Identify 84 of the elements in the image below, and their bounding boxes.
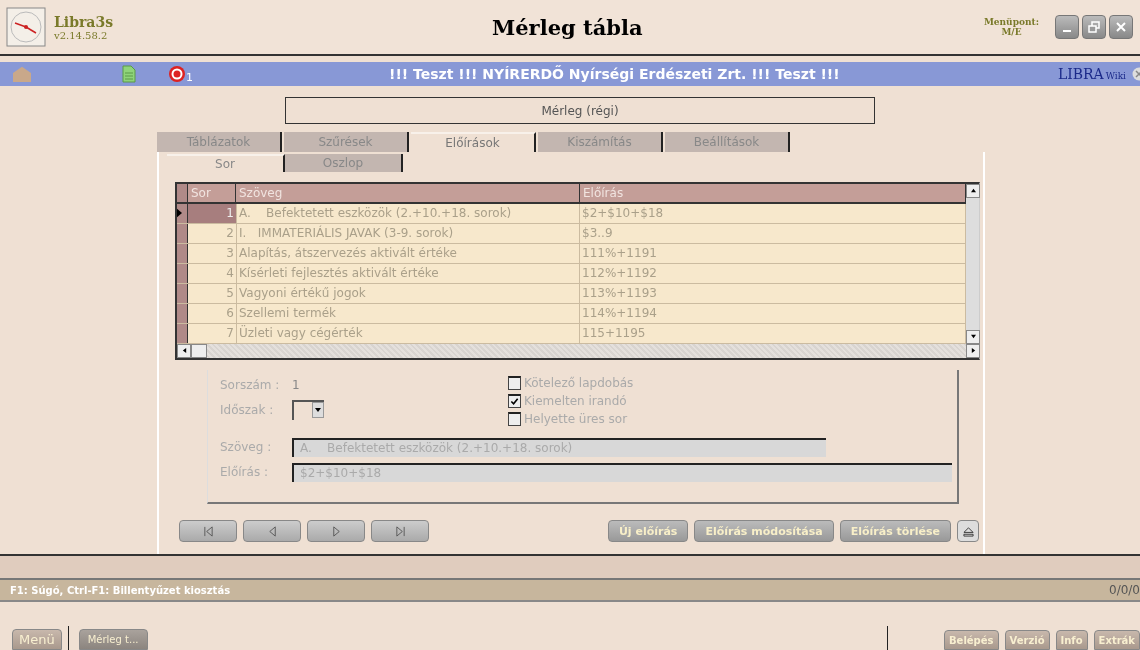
table-cell: Üzleti vagy cégérték <box>237 323 580 343</box>
taskbar-button[interactable]: Belépés <box>944 630 999 650</box>
scroll-up-button[interactable] <box>966 183 980 198</box>
menu-code: M/E <box>1001 27 1022 37</box>
column-header: Szöveg <box>236 183 580 202</box>
next-icon <box>330 525 342 537</box>
checkbox[interactable] <box>508 411 521 426</box>
clock-logo-icon <box>6 7 46 47</box>
eject-button[interactable] <box>957 520 979 542</box>
window-title: Mérleg tábla <box>492 14 644 40</box>
close-icon <box>1115 21 1127 33</box>
field-label: Előírás : <box>220 465 269 480</box>
table-cell: 2 <box>188 223 237 243</box>
row-selector[interactable] <box>177 223 188 243</box>
first-icon <box>202 525 214 537</box>
scroll-down-button[interactable] <box>966 329 980 344</box>
record-counter: 0/0/0 <box>1109 583 1140 597</box>
tab[interactable]: Táblázatok <box>157 132 282 152</box>
column-header: Sor <box>188 183 236 202</box>
help-text: F1: Súgó, Ctrl-F1: Billentyűzet kiosztás <box>10 584 231 596</box>
alert-count: 1 <box>186 71 193 84</box>
period-dropdown[interactable] <box>292 399 324 420</box>
checkbox[interactable] <box>508 393 521 408</box>
table-cell: Alapítás, átszervezés aktivált értéke <box>237 243 580 263</box>
taskbar-button[interactable]: Info <box>1055 630 1088 650</box>
table-cell: 7 <box>188 323 237 343</box>
up-arrow-icon <box>970 188 976 194</box>
wiki-link[interactable]: LIBRA Wiki <box>1057 66 1126 82</box>
minimize-button[interactable] <box>1055 15 1079 39</box>
menu-label: Menüpont: <box>983 17 1039 27</box>
app-name: Libra3s <box>54 13 115 30</box>
window-tab[interactable]: Mérleg t... <box>78 629 148 650</box>
minimize-icon <box>1063 30 1071 32</box>
close-button[interactable] <box>1109 15 1133 39</box>
row-selector[interactable] <box>177 243 188 263</box>
field-label: Időszak : <box>220 402 275 417</box>
down-arrow-icon <box>970 334 976 340</box>
row-selector[interactable] <box>177 203 188 223</box>
app-version: v2.14.58.2 <box>54 29 109 41</box>
row-number: 1 <box>292 377 300 392</box>
right-arrow-icon <box>970 348 976 354</box>
vertical-scrollbar[interactable] <box>966 183 979 358</box>
form-title: Mérleg (régi) <box>285 97 875 124</box>
caret-icon <box>312 401 324 418</box>
last-icon <box>394 525 406 537</box>
restore-button[interactable] <box>1082 15 1106 39</box>
checkbox-label: Kötelező lapdobás <box>524 375 634 390</box>
action-button[interactable]: Új előírás <box>607 520 689 542</box>
table-cell: 3 <box>188 243 237 263</box>
table-cell: 6 <box>188 303 237 323</box>
restore-icon <box>1088 21 1100 33</box>
action-button[interactable]: Előírás törlése <box>839 520 951 542</box>
row-selector[interactable] <box>177 323 188 343</box>
tab[interactable]: Előírások <box>411 132 536 152</box>
table-cell: I. IMMATERIÁLIS JAVAK (3-9. sorok) <box>237 223 580 243</box>
target-icon[interactable] <box>168 65 186 83</box>
subtab[interactable]: Oszlop <box>285 154 403 172</box>
tab[interactable]: Kiszámítás <box>538 132 663 152</box>
taskbar-button[interactable]: Verzió <box>1004 630 1050 650</box>
table-cell: Szellemi termék <box>237 303 580 323</box>
field-label: Szöveg : <box>220 440 273 455</box>
checkbox-label: Kiemelten irandó <box>524 393 627 408</box>
taskbar-button[interactable]: Extrák <box>1093 630 1140 650</box>
previous-icon <box>266 525 278 537</box>
table-cell: Vagyoni értékű jogok <box>237 283 580 303</box>
row-selector[interactable] <box>177 303 188 323</box>
current-row-icon <box>177 208 182 219</box>
field-label: Sorszám : <box>220 377 281 392</box>
checkbox[interactable] <box>508 375 521 390</box>
table-cell: A. Befektetett eszközök (2.+10.+18. sorok) <box>237 203 580 223</box>
row-selector[interactable] <box>177 263 188 283</box>
banner-title: !!! Teszt !!! NYÍRERDŐ Nyírségi Erdészeti Zrt. !!! Teszt !!! <box>389 66 841 82</box>
checkbox-label: Helyette üres sor <box>524 411 628 426</box>
tab[interactable]: Szűrések <box>284 132 409 152</box>
menu-button[interactable]: Menü <box>12 629 62 650</box>
table-cell: 5 <box>188 283 237 303</box>
subtab[interactable]: Sor <box>167 154 285 172</box>
table-cell: Kísérleti fejlesztés aktivált értéke <box>237 263 580 283</box>
eject-icon <box>962 525 974 537</box>
tab[interactable]: Beállítások <box>665 132 790 152</box>
left-arrow-icon <box>181 348 187 354</box>
table-cell: 4 <box>188 263 237 283</box>
row-selector[interactable] <box>177 283 188 303</box>
action-button[interactable]: Előírás módosítása <box>694 520 834 542</box>
